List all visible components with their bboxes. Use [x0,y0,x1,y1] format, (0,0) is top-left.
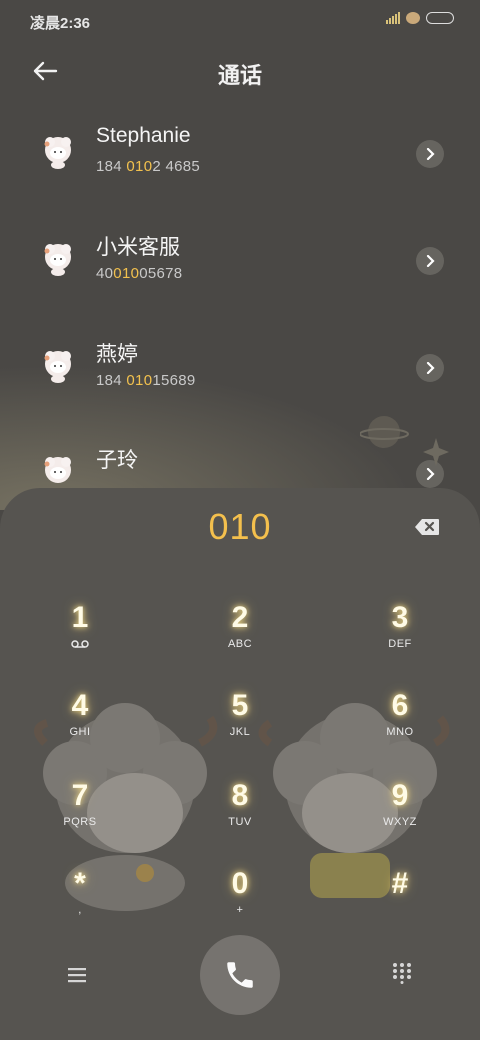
key-3[interactable]: 3 DEF [350,600,450,670]
key-1[interactable]: 1 [30,600,130,670]
header: 通话 [0,44,480,100]
key-letters: WXYZ [383,816,417,828]
sheep-avatar-icon [44,457,71,483]
status-icons [386,12,454,24]
key-digit: 5 [231,689,249,722]
contact-row[interactable]: 燕婷 184 01015689 [0,326,480,416]
key-digit: * [74,867,86,900]
key-digit: 4 [71,689,89,722]
page-title: 通话 [217,63,262,88]
key-letters: JKL [229,726,251,738]
call-button[interactable] [200,935,280,1015]
chevron-right-icon [426,148,435,160]
contact-name: Stephanie [96,124,191,147]
sheep-avatar-icon [44,351,71,383]
signal-icon [386,12,400,24]
key-digit: 2 [231,601,249,634]
contact-row[interactable]: 小米客服 4001005678 [0,219,480,309]
key-6[interactable]: 6 MNO [350,688,450,758]
key-digit: 7 [71,779,89,812]
contact-detail-button[interactable] [416,354,444,382]
key-0[interactable]: 0 + [190,866,290,936]
planet-decoration-icon [360,416,449,466]
sheep-avatar-icon [44,244,71,276]
chevron-right-icon [426,362,435,374]
key-hash[interactable]: # [350,866,450,936]
contact-name: 子玲 [96,449,138,472]
key-letters: , [78,904,82,916]
phone-icon [227,962,253,988]
key-digit: # [391,867,409,900]
key-8[interactable]: 8 TUV [190,778,290,848]
key-2[interactable]: 2 ABC [190,600,290,670]
status-time: 凌晨2:36 [30,15,91,32]
voicemail-icon [71,640,89,648]
dialpad-toggle-icon[interactable] [392,962,412,984]
key-digit: 8 [231,779,249,812]
contact-name: 燕婷 [96,343,138,366]
key-letters: GHI [69,726,91,738]
key-star[interactable]: * , [30,866,130,936]
chevron-right-icon [426,255,435,267]
contact-number: 4001005678 [96,265,183,282]
contact-row[interactable]: Stephanie 184 0102 4685 [0,112,480,202]
key-letters: MNO [386,726,414,738]
key-letters: PQRS [63,816,97,828]
status-bar: 凌晨2:36 [0,0,480,44]
sheep-avatar-icon [44,137,71,169]
key-letters: TUV [228,816,252,828]
chevron-right-icon [426,468,435,480]
contact-number: 184 01015689 [96,372,196,389]
contact-number: 184 0102 4685 [96,158,201,175]
menu-icon[interactable] [66,966,88,984]
key-4[interactable]: 4 GHI [30,688,130,758]
key-digit: 1 [71,601,89,634]
key-9[interactable]: 9 WXYZ [350,778,450,848]
dial-input-display[interactable]: 010 [0,506,480,548]
key-letters: + [236,904,244,916]
key-7[interactable]: 7 PQRS [30,778,130,848]
key-letters: DEF [388,638,412,650]
sheep-status-icon [406,12,420,24]
battery-icon [426,12,454,24]
contact-detail-button[interactable] [416,247,444,275]
contact-detail-button[interactable] [416,140,444,168]
key-digit: 3 [391,601,409,634]
contact-name: 小米客服 [96,236,180,259]
key-digit: 6 [391,689,409,722]
key-digit: 0 [231,867,249,900]
key-letters: ABC [227,638,253,650]
backspace-icon[interactable] [414,518,440,536]
key-digit: 9 [391,779,409,812]
key-5[interactable]: 5 JKL [190,688,290,758]
